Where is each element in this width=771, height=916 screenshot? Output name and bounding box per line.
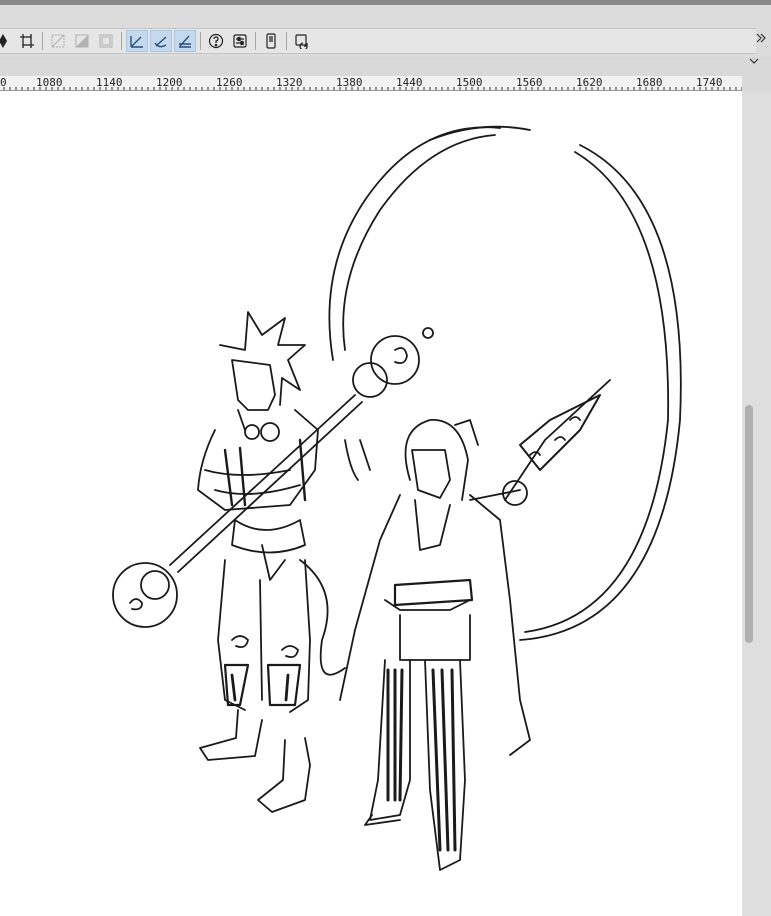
clear-selection-icon [51,34,65,48]
ruler-label: 1260 [216,76,243,89]
chevron-down-icon[interactable] [749,56,759,66]
snap-to-grid-button[interactable] [174,30,196,52]
ruler-label: 1380 [336,76,363,89]
ruler-label: 1560 [516,76,543,89]
toolbar-separator [121,32,122,50]
horizontal-ruler[interactable]: 0 1080 1140 1200 1260 1320 1380 1440 150… [0,76,742,91]
selection-border-icon [99,34,113,48]
snap-to-special-ruler-button[interactable] [150,30,172,52]
ruler-label: 1140 [96,76,123,89]
ruler-label: 1080 [36,76,63,89]
ruler-label: 1620 [576,76,603,89]
smartphone-icon [266,33,276,49]
chevron-right-icon[interactable] [755,30,767,50]
toolbar-separator [286,32,287,50]
ruler-label: 1680 [636,76,663,89]
clear-selection-button[interactable] [47,30,69,52]
help-button[interactable] [205,30,227,52]
sketch-drawing [112,125,682,871]
refresh-icon [295,34,308,49]
ruler-label: 0 [0,76,7,89]
ruler-label: 1500 [456,76,483,89]
refresh-canvas-button[interactable] [291,30,313,52]
selection-border-button[interactable] [95,30,117,52]
toolbar-separator [255,32,256,50]
smartphone-button[interactable] [260,30,282,52]
vertical-scrollbar[interactable] [742,91,771,916]
transform-icon [20,34,34,48]
settings-icon [233,34,247,48]
snap-grid-icon [179,35,191,48]
transform-button[interactable] [16,30,38,52]
command-bar [0,28,756,54]
toolbar-separator [42,32,43,50]
settings-button[interactable] [229,30,251,52]
scrollbar-thumb[interactable] [745,405,753,643]
snap-special-ruler-icon [154,36,167,48]
drawing-canvas[interactable] [0,91,742,916]
move-layer-button[interactable] [0,30,14,52]
ruler-label: 1440 [396,76,423,89]
snap-to-ruler-button[interactable] [126,30,148,52]
ruler-label: 1320 [276,76,303,89]
move-arrows-icon [0,34,7,48]
invert-selection-icon [75,34,89,48]
ruler-label: 1200 [156,76,183,89]
ruler-label: 1740 [696,76,723,89]
invert-selection-button[interactable] [71,30,93,52]
help-icon [208,33,224,49]
snap-ruler-icon [130,36,143,48]
toolbar-separator [200,32,201,50]
